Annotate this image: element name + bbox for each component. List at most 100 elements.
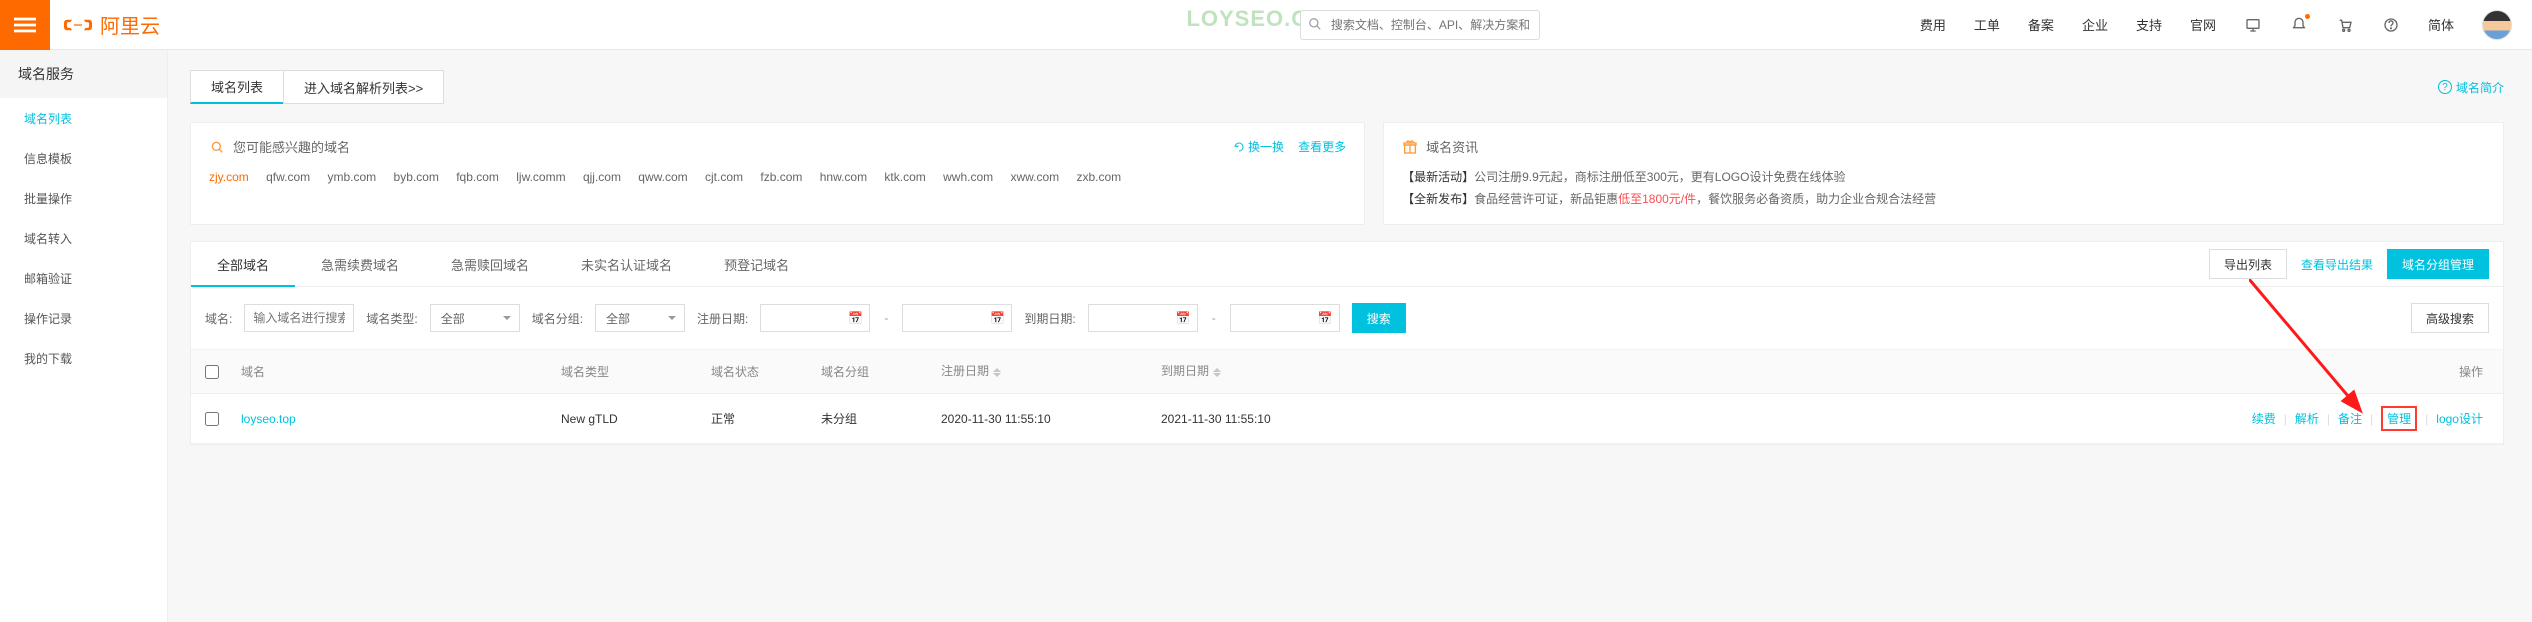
sidebar-item-transfer[interactable]: 域名转入: [0, 218, 167, 258]
subtab-prereg[interactable]: 预登记域名: [698, 242, 815, 286]
th-type: 域名类型: [561, 363, 711, 380]
subtab-all[interactable]: 全部域名: [191, 242, 295, 286]
suggest-domain[interactable]: zxb.com: [1077, 170, 1122, 184]
annotation-arrow: [2249, 279, 2389, 439]
sidebar-item-batch[interactable]: 批量操作: [0, 178, 167, 218]
filter-reg-to[interactable]: 📅: [902, 304, 1012, 332]
row-checkbox[interactable]: [205, 412, 219, 426]
th-exp[interactable]: 到期日期: [1161, 362, 1381, 380]
nav-website[interactable]: 官网: [2190, 15, 2216, 34]
cart-icon[interactable]: [2336, 16, 2354, 34]
filter-type-select[interactable]: 全部: [430, 304, 520, 332]
domain-link[interactable]: loyseo.top: [241, 412, 296, 426]
sort-icon: [1213, 364, 1221, 381]
filter-reg-label: 注册日期:: [697, 310, 748, 327]
search-button[interactable]: 搜索: [1352, 303, 1406, 333]
cell-group: 未分组: [821, 410, 941, 427]
refresh-link[interactable]: 换一换: [1233, 138, 1284, 155]
suggest-list: zjy.com qfw.com ymb.com byb.com fqb.com …: [209, 166, 1346, 188]
dash: -: [1210, 311, 1218, 325]
menu-toggle-button[interactable]: [0, 0, 50, 50]
sidebar-item-log[interactable]: 操作记录: [0, 298, 167, 338]
suggest-domain[interactable]: ljw.comm: [516, 170, 565, 184]
group-manage-button[interactable]: 域名分组管理: [2387, 249, 2489, 279]
lightbulb-icon: [209, 139, 225, 155]
table-header: 域名 域名类型 域名状态 域名分组 注册日期 到期日期 操作: [191, 350, 2503, 394]
subtab-unverified[interactable]: 未实名认证域名: [555, 242, 698, 286]
filter-exp-to[interactable]: 📅: [1230, 304, 1340, 332]
suggest-domain[interactable]: qww.com: [638, 170, 687, 184]
suggest-domain[interactable]: wwh.com: [943, 170, 993, 184]
nav-support[interactable]: 支持: [2136, 15, 2162, 34]
filter-exp-from[interactable]: 📅: [1088, 304, 1198, 332]
cell-type: New gTLD: [561, 412, 711, 426]
th-name: 域名: [241, 363, 561, 380]
calendar-icon: 📅: [848, 311, 863, 325]
th-reg[interactable]: 注册日期: [941, 362, 1161, 380]
help-icon: ?: [2438, 80, 2452, 94]
sidebar-item-template[interactable]: 信息模板: [0, 138, 167, 178]
subtab-renew[interactable]: 急需续费域名: [295, 242, 425, 286]
suggest-domain-hot[interactable]: zjy.com: [209, 170, 249, 184]
filter-exp-label: 到期日期:: [1024, 310, 1075, 327]
suggest-domain[interactable]: qjj.com: [583, 170, 621, 184]
top-bar: 阿里云 LOYSEO.COM 费用 工单 备案 企业 支持 官网 简体: [0, 0, 2532, 50]
news-card: 域名资讯 【最新活动】公司注册9.9元起，商标注册低至300元，更有LOGO设计…: [1383, 122, 2504, 225]
nav-ticket[interactable]: 工单: [1974, 15, 2000, 34]
news-item[interactable]: 【全新发布】食品经营许可证，新品钜惠低至1800元/件，餐饮服务必备资质，助力企…: [1402, 188, 2485, 210]
filter-reg-from[interactable]: 📅: [760, 304, 870, 332]
suggest-card: 您可能感兴趣的域名 换一换 查看更多 zjy.com qfw.com ymb.c…: [190, 122, 1365, 225]
sidebar-item-download[interactable]: 我的下载: [0, 338, 167, 378]
suggest-domain[interactable]: fzb.com: [760, 170, 802, 184]
calendar-icon: 📅: [1318, 311, 1333, 325]
filter-domain-input[interactable]: [244, 304, 354, 332]
filter-type-label: 域名类型:: [366, 310, 417, 327]
suggest-domain[interactable]: hnw.com: [820, 170, 867, 184]
export-button[interactable]: 导出列表: [2209, 249, 2287, 279]
lang-switch[interactable]: 简体: [2428, 15, 2454, 34]
suggest-domain[interactable]: xww.com: [1010, 170, 1059, 184]
cell-status: 正常: [711, 410, 821, 427]
cell-exp: 2021-11-30 11:55:10: [1161, 412, 1381, 426]
th-group: 域名分组: [821, 363, 941, 380]
console-icon[interactable]: [2244, 16, 2262, 34]
logo-icon: [64, 11, 92, 39]
tab-dns-list[interactable]: 进入域名解析列表>>: [283, 70, 444, 104]
sort-icon: [993, 364, 1001, 381]
nav-beian[interactable]: 备案: [2028, 15, 2054, 34]
suggest-domain[interactable]: fqb.com: [456, 170, 499, 184]
avatar[interactable]: [2482, 10, 2512, 40]
nav-fee[interactable]: 费用: [1920, 15, 1946, 34]
calendar-icon: 📅: [1176, 311, 1191, 325]
news-item[interactable]: 【最新活动】公司注册9.9元起，商标注册低至300元，更有LOGO设计免费在线体…: [1402, 166, 2485, 188]
sidebar: 域名服务 域名列表 信息模板 批量操作 域名转入 邮箱验证 操作记录 我的下载: [0, 50, 168, 622]
action-logo[interactable]: logo设计: [2436, 410, 2483, 427]
nav-enterprise[interactable]: 企业: [2082, 15, 2108, 34]
advanced-search-button[interactable]: 高级搜索: [2411, 303, 2489, 333]
more-link[interactable]: 查看更多: [1298, 138, 1346, 155]
suggest-domain[interactable]: ymb.com: [327, 170, 376, 184]
hamburger-icon: [14, 14, 36, 36]
filter-group-select[interactable]: 全部: [595, 304, 685, 332]
suggest-domain[interactable]: cjt.com: [705, 170, 743, 184]
subtab-redeem[interactable]: 急需赎回域名: [425, 242, 555, 286]
suggest-domain[interactable]: qfw.com: [266, 170, 310, 184]
top-search-input[interactable]: [1300, 10, 1540, 40]
bell-icon[interactable]: [2290, 16, 2308, 34]
calendar-icon: 📅: [990, 311, 1005, 325]
suggest-domain[interactable]: ktk.com: [884, 170, 925, 184]
top-search: [1300, 10, 1540, 40]
view-export-link[interactable]: 查看导出结果: [2301, 256, 2373, 273]
tab-domain-list[interactable]: 域名列表: [190, 70, 284, 104]
help-link[interactable]: ?域名简介: [2438, 79, 2504, 96]
sidebar-item-email[interactable]: 邮箱验证: [0, 258, 167, 298]
brand-logo[interactable]: 阿里云: [50, 10, 174, 39]
gift-icon: [1402, 139, 1418, 155]
select-all-checkbox[interactable]: [205, 365, 219, 379]
main-content: 域名列表 进入域名解析列表>> ?域名简介 您可能感兴趣的域名 换一换 查看更多…: [168, 50, 2532, 622]
help-icon[interactable]: [2382, 16, 2400, 34]
sidebar-item-domain-list[interactable]: 域名列表: [0, 98, 167, 138]
suggest-domain[interactable]: byb.com: [394, 170, 439, 184]
brand-name: 阿里云: [100, 10, 160, 39]
table-row: loyseo.top New gTLD 正常 未分组 2020-11-30 11…: [191, 394, 2503, 444]
